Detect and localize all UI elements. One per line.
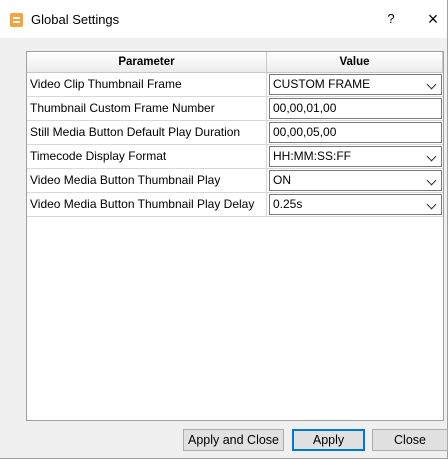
parameter-cell[interactable]: Video Clip Thumbnail Frame <box>27 73 267 96</box>
value-cell: 00,00,05,00 <box>267 121 443 144</box>
chevron-down-icon[interactable] <box>426 199 437 210</box>
timecode-format-dropdown[interactable]: HH:MM:SS:FF <box>269 146 442 167</box>
parameter-cell[interactable]: Timecode Display Format <box>27 145 267 168</box>
apply-and-close-button[interactable]: Apply and Close <box>183 429 284 451</box>
table-row: Video Media Button Thumbnail Play ON <box>27 169 443 193</box>
global-settings-dialog: Global Settings ? × Parameter Value Vide… <box>0 0 448 459</box>
chevron-down-icon[interactable] <box>426 151 437 162</box>
table-row: Video Media Button Thumbnail Play Delay … <box>27 193 443 217</box>
default-play-duration-field[interactable]: 00,00,05,00 <box>269 122 442 143</box>
chevron-down-icon[interactable] <box>426 175 437 186</box>
help-button[interactable]: ? <box>382 9 400 29</box>
thumbnail-play-delay-dropdown[interactable]: 0.25s <box>269 194 442 215</box>
table-header: Parameter Value <box>27 52 443 73</box>
dropdown-value: HH:MM:SS:FF <box>273 149 351 163</box>
dropdown-value: 0.25s <box>273 197 303 211</box>
close-button[interactable]: Close <box>372 429 448 451</box>
thumbnail-frame-dropdown[interactable]: CUSTOM FRAME <box>269 74 442 95</box>
parameter-cell[interactable]: Still Media Button Default Play Duration <box>27 121 267 144</box>
header-value[interactable]: Value <box>267 52 443 72</box>
value-cell: 00,00,01,00 <box>267 97 443 120</box>
value-cell: CUSTOM FRAME <box>267 73 443 96</box>
table-row: Video Clip Thumbnail Frame CUSTOM FRAME <box>27 73 443 97</box>
thumbnail-play-dropdown[interactable]: ON <box>269 170 442 191</box>
dialog-title: Global Settings <box>31 12 120 27</box>
value-cell: HH:MM:SS:FF <box>267 145 443 168</box>
parameter-cell[interactable]: Thumbnail Custom Frame Number <box>27 97 267 120</box>
apply-button[interactable]: Apply <box>292 429 365 451</box>
table-row: Timecode Display Format HH:MM:SS:FF <box>27 145 443 169</box>
parameter-cell[interactable]: Video Media Button Thumbnail Play Delay <box>27 193 267 216</box>
parameter-cell[interactable]: Video Media Button Thumbnail Play <box>27 169 267 192</box>
dropdown-value: CUSTOM FRAME <box>273 77 371 91</box>
title-bar: Global Settings ? × <box>0 0 447 38</box>
close-icon[interactable]: × <box>423 8 443 30</box>
table-row: Thumbnail Custom Frame Number 00,00,01,0… <box>27 97 443 121</box>
header-parameter[interactable]: Parameter <box>27 52 267 72</box>
custom-frame-number-field[interactable]: 00,00,01,00 <box>269 98 442 119</box>
value-cell: ON <box>267 169 443 192</box>
value-cell: 0.25s <box>267 193 443 216</box>
table-row: Still Media Button Default Play Duration… <box>27 121 443 145</box>
settings-table: Parameter Value Video Clip Thumbnail Fra… <box>26 51 444 421</box>
app-icon <box>10 13 23 27</box>
dropdown-value: ON <box>273 173 291 187</box>
chevron-down-icon[interactable] <box>426 79 437 90</box>
